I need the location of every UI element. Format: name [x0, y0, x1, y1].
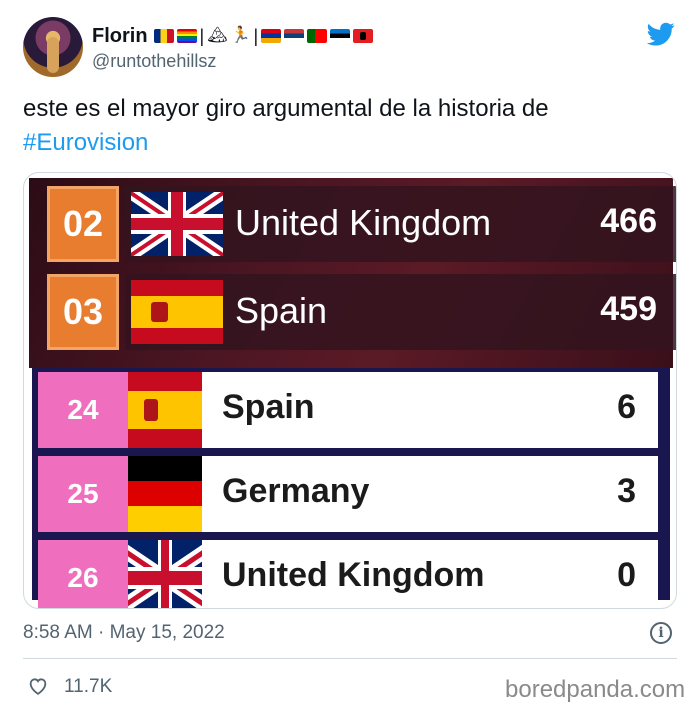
- author-name-row: Florin | 🏔 🏃 |: [92, 22, 374, 50]
- runner-icon: 🏃: [230, 27, 251, 44]
- tweet-media-image[interactable]: 02 United Kingdom 466 03 Spain 459 24 Sp…: [23, 172, 677, 609]
- country-name: Spain: [222, 388, 315, 426]
- spain-flag-icon: [131, 280, 223, 344]
- scoreboard-row: 24 Spain 6: [38, 372, 658, 448]
- uk-flag-icon: [128, 540, 202, 608]
- tweet-body: este es el mayor giro argumental de la h…: [23, 95, 549, 122]
- scoreboard-row: 26 United Kingdom 0: [38, 540, 658, 608]
- country-name: United Kingdom: [235, 202, 492, 243]
- heart-icon[interactable]: [26, 675, 50, 697]
- user-handle[interactable]: @runtothehillsz: [92, 51, 216, 72]
- display-name[interactable]: Florin: [92, 25, 148, 48]
- tweet-card: Florin | 🏔 🏃 | @runtothehillsz este es e…: [0, 0, 700, 712]
- twitter-bird-icon[interactable]: [645, 20, 677, 48]
- points-value: 466: [600, 202, 657, 240]
- country-name: Spain: [235, 290, 328, 331]
- watermark: boredpanda.com: [505, 676, 686, 703]
- rank-badge: 26: [38, 540, 128, 608]
- albania-flag-icon: [353, 29, 374, 43]
- armenia-flag-icon: [261, 29, 282, 43]
- name-separator: |: [199, 26, 205, 46]
- mountain-icon: 🏔: [207, 27, 228, 44]
- points-value: 3: [617, 472, 636, 510]
- divider: [23, 658, 677, 659]
- rank-badge: 03: [47, 274, 119, 350]
- tweet-text: este es el mayor giro argumental de la h…: [23, 92, 673, 160]
- uk-flag-icon: [131, 192, 223, 256]
- rainbow-flag-icon: [176, 29, 197, 43]
- scoreboard-bottom: 24 Spain 6 25 Germany 3 26 United Kingdo…: [32, 368, 670, 608]
- like-count[interactable]: 11.7K: [64, 676, 112, 698]
- country-name: United Kingdom: [222, 556, 485, 594]
- hashtag-link[interactable]: #Eurovision: [23, 129, 148, 156]
- points-value: 459: [600, 290, 657, 328]
- portugal-flag-icon: [307, 29, 328, 43]
- name-emoji-strip: | 🏔 🏃 |: [153, 26, 374, 46]
- avatar[interactable]: [23, 17, 83, 77]
- estonia-flag-icon: [330, 29, 351, 43]
- scoreboard-top: 02 United Kingdom 466 03 Spain 459: [29, 178, 676, 368]
- points-value: 0: [617, 556, 636, 594]
- rank-badge: 25: [38, 456, 128, 532]
- spain-flag-icon: [128, 372, 202, 448]
- country-name: Germany: [222, 472, 370, 510]
- rank-badge: 02: [47, 186, 119, 262]
- scoreboard-row: 25 Germany 3: [38, 456, 658, 532]
- points-value: 6: [617, 388, 636, 426]
- romania-flag-icon: [153, 29, 174, 43]
- serbia-flag-icon: [284, 29, 305, 43]
- scoreboard-row: 02 United Kingdom 466: [47, 186, 676, 262]
- scoreboard-row: 03 Spain 459: [47, 274, 676, 350]
- info-icon[interactable]: i: [650, 622, 672, 644]
- germany-flag-icon: [128, 456, 202, 532]
- tweet-timestamp[interactable]: 8:58 AM · May 15, 2022: [23, 622, 225, 644]
- rank-badge: 24: [38, 372, 128, 448]
- name-separator: |: [253, 26, 259, 46]
